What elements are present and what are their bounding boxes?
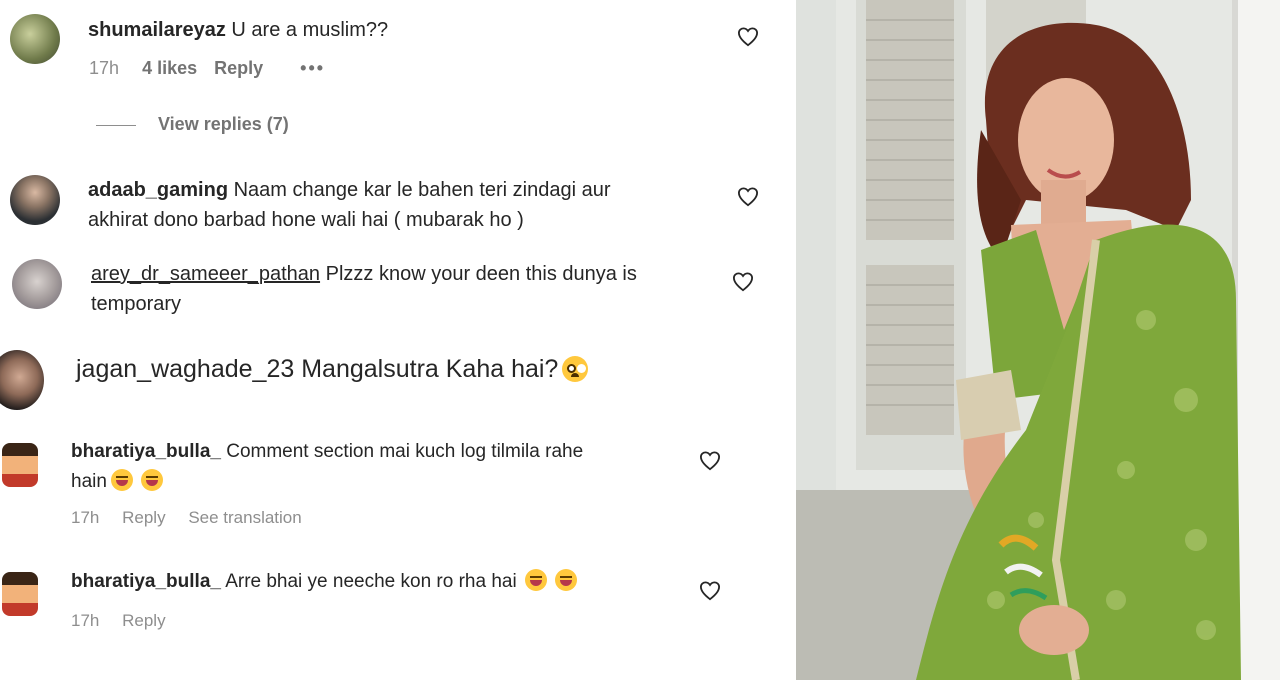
reply-button[interactable]: Reply: [122, 611, 165, 630]
comment-time: 17h: [71, 508, 100, 527]
comment-username[interactable]: shumailareyaz: [88, 19, 226, 41]
replies-divider: [96, 125, 136, 126]
comment-meta: 17h Reply: [71, 611, 188, 631]
avatar[interactable]: [10, 175, 60, 225]
comment-text-line-1: Plzzz know your deen this dunya is: [325, 263, 637, 285]
comment-meta: 17h Reply See translation: [71, 508, 324, 528]
comments-panel: shumailareyaz U are a muslim?? 17h 4 lik…: [0, 0, 796, 680]
comment-text-line-2: akhirat dono barbad hone wali hai ( muba…: [88, 209, 524, 231]
avatar[interactable]: [12, 259, 62, 309]
heart-icon[interactable]: [732, 272, 754, 292]
comment-text-line-1: Comment section mai kuch log tilmila rah…: [226, 441, 584, 462]
comment-text: Mangalsutra Kaha hai?: [301, 355, 559, 383]
view-replies-button[interactable]: View replies (7): [158, 114, 289, 135]
comment-meta: 17h 4 likes Reply •••: [89, 58, 347, 79]
woman-in-green-lehenga-photo: [796, 0, 1280, 680]
likes-count[interactable]: 4 likes: [142, 58, 197, 78]
avatar[interactable]: [2, 572, 38, 616]
comment-username[interactable]: adaab_gaming: [88, 179, 228, 201]
grinning-squinting-face-emoji: [110, 469, 133, 491]
avatar[interactable]: [2, 443, 38, 487]
heart-icon[interactable]: [699, 581, 721, 601]
heart-icon[interactable]: [737, 27, 759, 47]
comment-text: U are a muslim??: [231, 19, 389, 41]
more-options-icon[interactable]: •••: [300, 58, 325, 78]
pleading-face-emoji: [562, 356, 589, 382]
comment-text: Arre bhai ye neeche kon ro rha hai: [225, 571, 517, 592]
comment-username[interactable]: bharatiya_bulla_: [71, 571, 221, 592]
comment-username[interactable]: arey_dr_sameeer_pathan: [91, 263, 320, 285]
comment-text-line-2: hain: [71, 471, 107, 492]
grinning-squinting-face-emoji: [554, 569, 577, 591]
reply-button[interactable]: Reply: [214, 58, 263, 78]
comment-username[interactable]: bharatiya_bulla_: [71, 441, 221, 462]
heart-icon[interactable]: [699, 451, 721, 471]
avatar[interactable]: [10, 14, 60, 64]
reply-button[interactable]: Reply: [122, 508, 165, 527]
avatar[interactable]: [0, 350, 44, 410]
comment-time: 17h: [71, 611, 100, 630]
see-translation-button[interactable]: See translation: [188, 508, 301, 527]
grinning-squinting-face-emoji: [524, 569, 547, 591]
comment-username[interactable]: jagan_waghade_23: [76, 355, 294, 383]
comment-time: 17h: [89, 58, 120, 78]
heart-icon[interactable]: [737, 187, 759, 207]
comment-text-line-2: temporary: [91, 293, 182, 315]
comment-text-line-1: Naam change kar le bahen teri zindagi au…: [233, 179, 611, 201]
grinning-squinting-face-emoji: [140, 469, 163, 491]
photo-panel: [796, 0, 1280, 680]
